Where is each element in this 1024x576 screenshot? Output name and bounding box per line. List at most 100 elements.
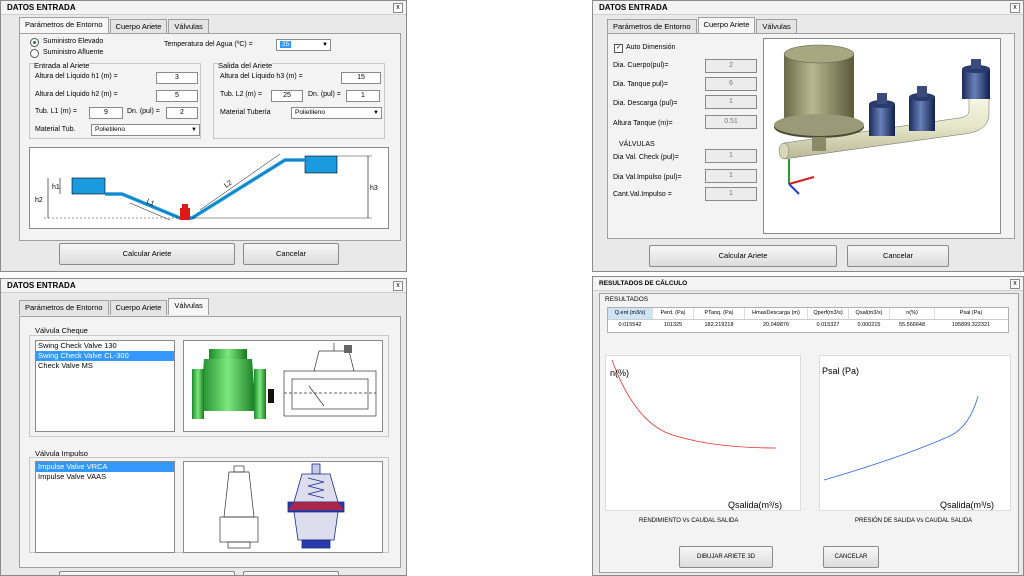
check-valve-image xyxy=(183,340,383,432)
dia-check-label: Dia Val. Check (pul)= xyxy=(613,154,679,161)
material-salida-select[interactable]: Polietileno ▼ xyxy=(291,107,382,119)
h1-label: Altura del Líquido h1 (m) = xyxy=(35,73,118,80)
l2-label: Tub. L2 (m) = xyxy=(220,91,262,98)
l2-input[interactable]: 25 xyxy=(271,90,303,102)
close-icon[interactable]: x xyxy=(393,281,403,291)
cancel-button[interactable]: CANCELAR xyxy=(823,546,879,568)
tab-valvulas[interactable]: Válvulas xyxy=(168,19,209,34)
altura-tanque-input[interactable]: 0.51 xyxy=(705,115,757,129)
window-valvulas: DATOS ENTRADA x Parámetros de Entorno Cu… xyxy=(0,278,407,576)
close-icon[interactable]: x xyxy=(393,3,403,13)
dia-tanque-label: Dia. Tanque pul)= xyxy=(613,81,668,88)
list-item[interactable]: Impulse Valve VAAS xyxy=(36,472,174,482)
table-header: Psal (Pa) xyxy=(959,310,983,316)
salida-group-title: Salida del Ariete xyxy=(218,61,273,70)
material-entrada-select[interactable]: Polietileno ▼ xyxy=(91,124,200,136)
dia-check-input[interactable]: 1 xyxy=(705,149,757,163)
pressure-curve xyxy=(823,395,979,481)
chevron-down-icon: ▼ xyxy=(322,42,328,48)
tab-cuerpo[interactable]: Cuerpo Ariete xyxy=(109,19,168,34)
radio-suministro-afluente[interactable] xyxy=(30,49,39,58)
water-temp-select[interactable]: 25 ▼ xyxy=(276,39,331,51)
dn-salida-input[interactable]: 1 xyxy=(346,90,380,102)
material-entrada-label: Material Tub. xyxy=(35,126,76,133)
cant-impulso-input[interactable]: 1 xyxy=(705,187,757,201)
pressure-ylabel: Psal (Pa) xyxy=(822,366,859,376)
h2-label: Altura del Líquido h2 (m) = xyxy=(35,91,118,98)
h3-input[interactable]: 15 xyxy=(341,72,381,84)
results-section-title: RESULTADOS xyxy=(605,296,649,303)
pressure-xlabel: Qsalida(m³/s) xyxy=(940,500,994,510)
tab-cuerpo[interactable]: Cuerpo Ariete xyxy=(697,17,756,34)
check-valve-svg xyxy=(192,343,377,419)
ram-3d-svg xyxy=(774,44,990,195)
dn-entrada-input[interactable]: 2 xyxy=(166,107,198,119)
dia-tanque-input[interactable]: 6 xyxy=(705,77,757,91)
water-temp-label: Temperatura del Agua (ºC) = xyxy=(164,41,253,48)
impulse-valve-icon xyxy=(869,93,895,136)
dia-descarga-input[interactable]: 1 xyxy=(705,95,757,109)
list-item-selected[interactable]: Impulse Valve VRCA xyxy=(36,462,174,472)
table-header: n(%) xyxy=(890,308,935,319)
efficiency-ylabel: n(%) xyxy=(610,368,629,378)
table-header: Qperf(m3/s) xyxy=(808,308,849,319)
efficiency-chart: n(%) Qsalida(m³/s) xyxy=(605,355,801,511)
efficiency-curve xyxy=(611,359,777,449)
results-table: Q.ent (m3/s) Perd. (Pa) PTanq. (Pa) Hmax… xyxy=(607,307,1009,333)
chevron-down-icon: ▼ xyxy=(373,110,379,116)
installation-diagram: h1 h2 h3 L1 L2 xyxy=(29,147,389,229)
table-header: HmaxDescarga (m) xyxy=(745,308,808,319)
list-item[interactable]: Check Valve MS xyxy=(36,361,174,371)
tab-valvulas[interactable]: Válvulas xyxy=(756,19,797,34)
list-item-selected[interactable]: Swing Check Valve CL-300 xyxy=(36,351,174,361)
close-icon[interactable]: x xyxy=(1010,279,1020,289)
radio-label: Suministro Elevado xyxy=(43,38,104,45)
material-salida-label: Material Tubería xyxy=(220,109,271,116)
h1-input[interactable]: 3 xyxy=(156,72,198,84)
tab-valvulas[interactable]: Válvulas xyxy=(168,298,209,315)
table-cell: 55.566648 xyxy=(899,322,925,328)
pressure-chart-caption: PRESIÓN DE SALIDA Vs CAUDAL SALIDA xyxy=(855,518,973,524)
cancel-button[interactable]: Cancelar xyxy=(847,245,949,267)
dia-descarga-label: Dia. Descarga (pul)= xyxy=(613,100,678,107)
auto-dimension-checkbox[interactable]: ✓ xyxy=(614,44,623,53)
list-item[interactable]: Swing Check Valve 130 xyxy=(36,341,174,351)
table-header: Qsal(m3/s) xyxy=(849,308,890,319)
impulse-valve-icon xyxy=(909,86,935,131)
draw-3d-button[interactable]: DIBUJAR ARIETE 3D xyxy=(679,546,773,568)
window-title: RESULTADOS DE CÁLCULO xyxy=(593,277,1023,291)
radio-label: Suministro Afluente xyxy=(43,49,104,56)
h3-label: Altura del Líquido h3 (m) = xyxy=(220,73,303,80)
material-entrada-value: Polietileno xyxy=(95,126,125,133)
check-valve-list[interactable]: Swing Check Valve 130 Swing Check Valve … xyxy=(35,340,175,432)
close-icon[interactable]: x xyxy=(1010,3,1020,13)
dia-cuerpo-label: Dia. Cuerpo(pul)= xyxy=(613,62,669,69)
cancel-button[interactable]: Cancelar xyxy=(243,243,339,265)
table-header: Q.ent (m3/s) xyxy=(608,308,653,319)
diagram-h3-label: h3 xyxy=(370,185,378,192)
tab-cuerpo[interactable]: Cuerpo Ariete xyxy=(109,300,168,315)
l1-input[interactable]: 9 xyxy=(89,107,123,119)
material-salida-value: Polietileno xyxy=(295,109,325,116)
calcular-ariete-button[interactable]: Calcular Ariete xyxy=(59,243,235,265)
impulse-valve-svg xyxy=(219,463,345,549)
calcular-ariete-button[interactable]: Calcular Ariete xyxy=(649,245,837,267)
table-header: Perd. (Pa) xyxy=(653,308,694,319)
dn-salida-label: Dn. (pul) = xyxy=(308,91,341,98)
dia-impulso-input[interactable]: 1 xyxy=(705,169,757,183)
check-valve-icon xyxy=(962,59,990,99)
cancel-button-partial[interactable] xyxy=(243,571,339,575)
entrada-group-title: Entrada al Ariete xyxy=(34,61,90,70)
efficiency-chart-svg: n(%) Qsalida(m³/s) xyxy=(610,359,782,510)
dia-cuerpo-input[interactable]: 2 xyxy=(705,59,757,73)
impulse-valve-list[interactable]: Impulse Valve VRCA Impulse Valve VAAS xyxy=(35,461,175,553)
pressure-chart: Psal (Pa) Qsalida(m³/s) xyxy=(819,355,1011,511)
calcular-ariete-button-partial[interactable] xyxy=(59,571,235,575)
tab-entorno[interactable]: Parámetros de Entorno xyxy=(19,300,109,315)
h2-input[interactable]: 5 xyxy=(156,90,198,102)
table-cell: 195899.322321 xyxy=(951,322,991,328)
tab-entorno[interactable]: Parámetros de Entorno xyxy=(607,19,697,34)
radio-suministro-elevado[interactable] xyxy=(30,38,39,47)
diagram-h1-label: h1 xyxy=(52,184,60,191)
tab-entorno[interactable]: Parámetros de Entorno xyxy=(19,17,109,34)
